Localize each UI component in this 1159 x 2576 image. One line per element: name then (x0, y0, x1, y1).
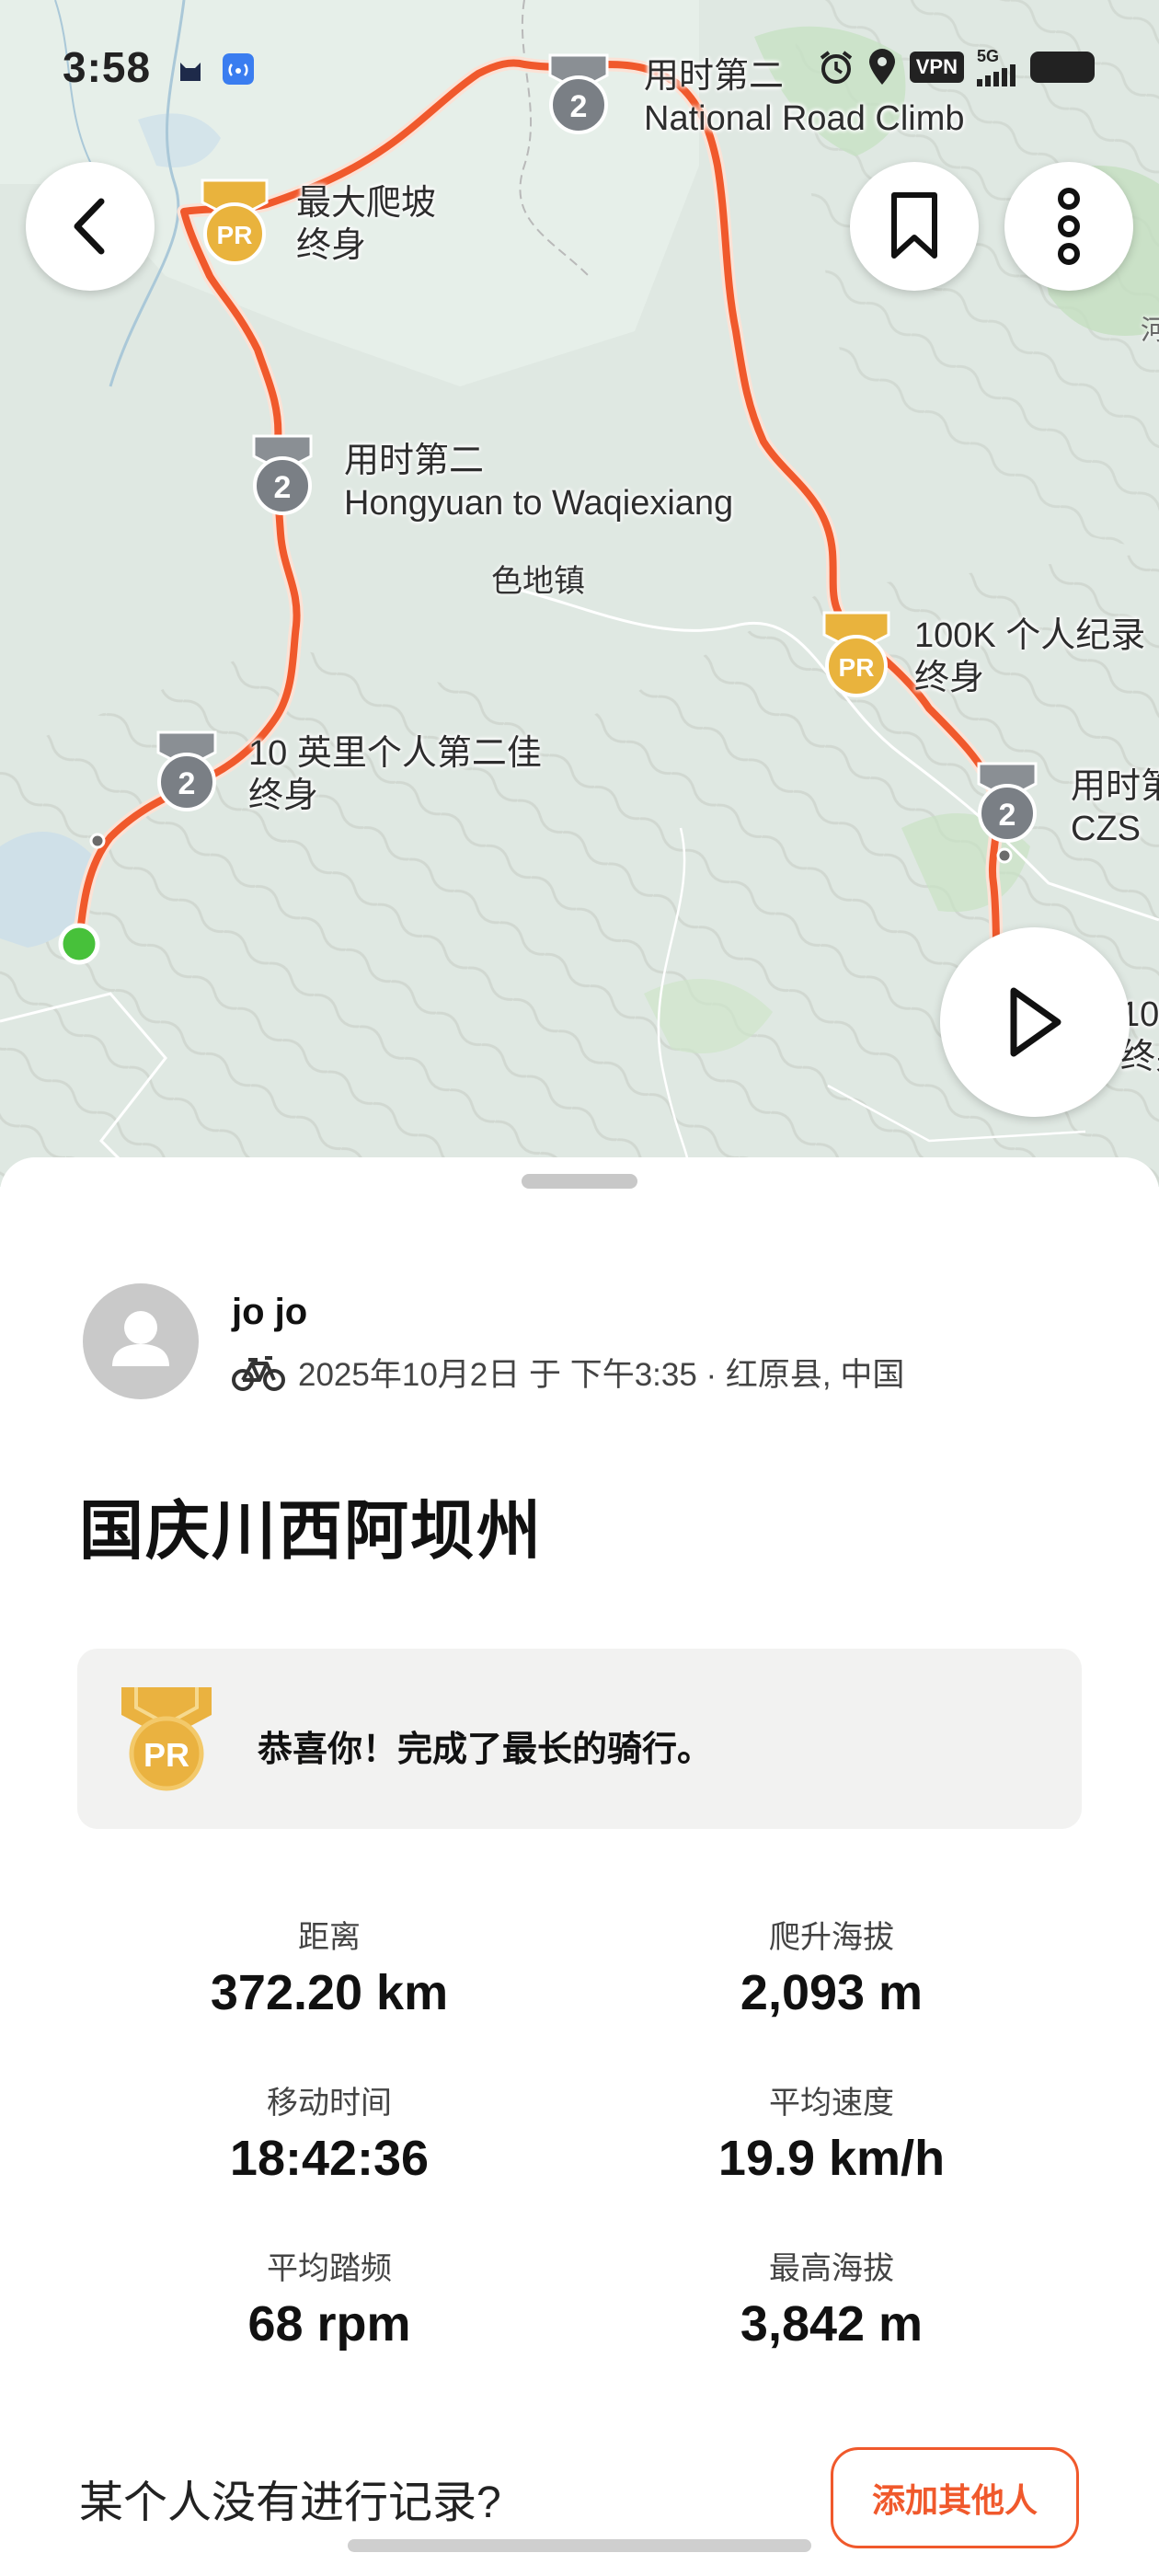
sheet-grabber[interactable] (522, 1174, 637, 1189)
segment-label: 用时第二 Hongyuan to Waqiexiang (344, 440, 733, 524)
segment-label: 100K 个人纪录 终身 (914, 615, 1145, 699)
stat-value: 3,842 m (740, 2296, 924, 2352)
more-vertical-icon (1058, 188, 1080, 265)
achievement-card[interactable]: PR 恭喜你！完成了最长的骑行。 (77, 1649, 1082, 1829)
activity-date-location: 2025年10月2日 于 下午3:35 · 红原县, 中国 (298, 1357, 905, 1393)
segment-label-line1: 用时第 (1071, 767, 1159, 806)
bookmark-icon (891, 192, 937, 259)
stat-value: 68 rpm (247, 2296, 411, 2352)
stat-label: 移动时间 (267, 2086, 392, 2121)
hotspot-icon (223, 53, 254, 85)
athlete-name[interactable]: jo jo (232, 1292, 307, 1333)
segment-label-line1: 10 英里个人第二佳 (248, 734, 542, 773)
stat-max-elevation: 最高海拔 3,842 m (629, 2243, 1034, 2352)
stat-value: 372.20 km (210, 1965, 449, 2020)
stat-label: 距离 (298, 1920, 361, 1955)
location-icon (868, 49, 895, 85)
edge-town-label: 河 (1141, 316, 1159, 346)
stat-value: 18:42:36 (229, 2131, 430, 2186)
svg-text:2: 2 (178, 766, 196, 801)
back-button[interactable] (26, 162, 155, 291)
avatar[interactable] (83, 1283, 199, 1399)
achievement-text: 恭喜你！完成了最长的骑行。 (258, 1731, 713, 1769)
segment-label-line1: 100K 个人纪录 (914, 616, 1146, 655)
status-right-icons: VPN 5G (818, 48, 1095, 86)
activity-meta: 2025年10月2日 于 下午3:35 · 红原县, 中国 (232, 1349, 904, 1396)
add-others-button[interactable]: 添加其他人 (831, 2447, 1079, 2548)
home-indicator[interactable] (348, 2539, 811, 2552)
activity-title: 国庆川西阿坝州 (79, 1495, 543, 1567)
svg-text:2: 2 (999, 798, 1016, 833)
chevron-left-icon (74, 198, 105, 255)
stat-distance: 距离 372.20 km (127, 1912, 532, 2021)
svg-text:PR: PR (217, 221, 253, 249)
town-label: 色地镇 (491, 564, 585, 599)
bike-icon (232, 1355, 285, 1391)
rank-2-badge-icon[interactable]: 2 (247, 432, 318, 521)
stat-label: 平均踏频 (267, 2251, 392, 2286)
stat-value: 19.9 km/h (717, 2131, 946, 2186)
segment-label-line2: CZS (1071, 810, 1141, 848)
avatar-placeholder-icon (112, 1311, 169, 1366)
pr-badge-icon[interactable]: PR (195, 177, 274, 269)
segment-label: 用时第 CZS (1071, 765, 1159, 850)
segment-label: 10 英里个人第二佳 终身 (248, 732, 542, 817)
stat-label: 爬升海拔 (769, 1920, 894, 1955)
pr-badge-icon[interactable]: PR (817, 609, 896, 701)
svg-text:PR: PR (143, 1736, 189, 1774)
start-marker (58, 923, 100, 965)
stat-avg-cadence: 平均踏频 68 rpm (127, 2243, 532, 2352)
play-flyover-button[interactable] (940, 927, 1130, 1117)
vpn-badge: VPN (909, 52, 964, 83)
signal-icon (977, 64, 1016, 86)
segment-label: 最大爬坡 终身 (296, 182, 436, 267)
signal-indicator: 5G (977, 48, 1017, 86)
cat-app-icon (180, 63, 201, 81)
stat-label: 最高海拔 (769, 2251, 894, 2286)
stat-elevation-gain: 爬升海拔 2,093 m (629, 1912, 1034, 2021)
pr-badge-icon: PR (121, 1687, 212, 1791)
segment-label-line2: 终身 (296, 226, 367, 265)
segment-label-line2: Hongyuan to Waqiexiang (344, 484, 734, 523)
svg-text:2: 2 (274, 470, 292, 505)
svg-text:PR: PR (839, 653, 875, 682)
stat-label: 平均速度 (769, 2086, 894, 2121)
status-bar: 3:58 VPN 5G (0, 0, 1159, 138)
activity-sheet: jo jo 2025年10月2日 于 下午3:35 · 红原县, 中国 国庆川西… (0, 1157, 1159, 2576)
rank-2-badge-icon[interactable]: 2 (151, 729, 223, 817)
segment-label-line1: 最大爬坡 (296, 184, 437, 223)
segment-label-line2: 终身 (914, 659, 985, 697)
status-time: 3:58 (63, 43, 152, 91)
alarm-icon (820, 51, 852, 84)
stat-avg-speed: 平均速度 19.9 km/h (629, 2077, 1034, 2187)
segment-label-line2: 终身 (248, 776, 319, 815)
play-icon (1010, 987, 1061, 1057)
stat-moving-time: 移动时间 18:42:36 (127, 2077, 532, 2187)
route-map[interactable]: 2 PR 2 PR 2 2 用时第二 National Road Climb 最… (0, 0, 1159, 1187)
more-options-button[interactable] (1004, 162, 1133, 291)
network-type: 5G (977, 47, 1000, 65)
rank-2-badge-icon[interactable]: 2 (971, 760, 1043, 848)
segment-label-line1: 用时第二 (344, 442, 485, 480)
battery-icon (1030, 52, 1095, 83)
stat-value: 2,093 m (740, 1965, 924, 2020)
bookmark-button[interactable] (850, 162, 979, 291)
missing-athletes-prompt: 某个人没有进行记录? (79, 2478, 501, 2527)
